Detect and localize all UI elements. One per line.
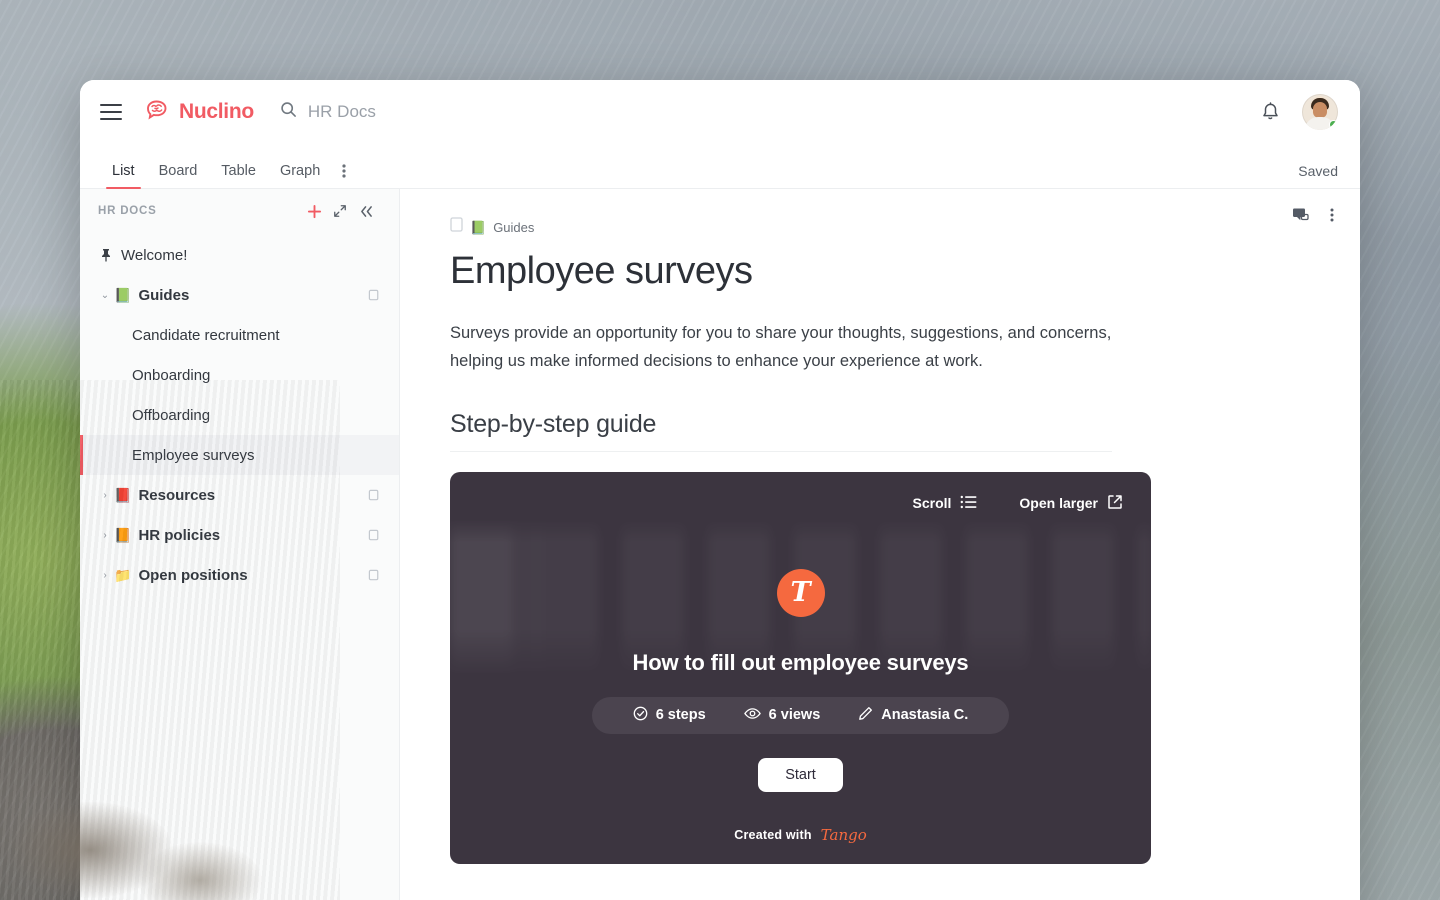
view-tabs: List Board Table Graph: [100, 163, 356, 189]
sidebar-item-label: Onboarding: [132, 366, 211, 384]
sidebar-item-label: Welcome!: [121, 246, 188, 264]
plus-icon[interactable]: [301, 198, 327, 224]
avatar[interactable]: [1302, 94, 1338, 130]
avatar-online-status: [1329, 120, 1338, 129]
scroll-toggle-button[interactable]: Scroll: [913, 495, 978, 512]
green-book-icon: 📗: [114, 287, 132, 303]
sidebar-workspace-title: HR DOCS: [98, 205, 157, 217]
open-larger-button[interactable]: Open larger: [1019, 494, 1123, 513]
tango-footer: Created with Tango: [450, 826, 1151, 844]
tab-list[interactable]: List: [100, 163, 147, 189]
steps-badge: 6 steps: [614, 706, 725, 725]
search-icon: [280, 101, 297, 123]
saved-status: Saved: [1298, 163, 1338, 179]
duplicate-icon[interactable]: [368, 289, 381, 302]
views-label: 6 views: [768, 707, 821, 724]
top-bar: Nuclino HR Docs: [80, 80, 1360, 144]
tango-wordmark: Tango: [820, 825, 867, 844]
more-horizontal-icon[interactable]: [332, 163, 356, 188]
section-heading: Step-by-step guide: [450, 410, 1112, 452]
document-actions: [1292, 207, 1334, 223]
pin-icon: [100, 248, 112, 262]
sidebar-item-resources[interactable]: › 📕 Resources: [80, 475, 399, 515]
brand-logo[interactable]: Nuclino: [144, 99, 254, 126]
app-body: HR DOCS Welcome! ⌄ 📗 Guides Candidate re…: [80, 189, 1360, 900]
tab-table[interactable]: Table: [209, 163, 268, 188]
sidebar-header: HR DOCS: [80, 189, 399, 233]
top-bar-right: [1261, 94, 1338, 130]
start-button[interactable]: Start: [758, 757, 843, 792]
tango-metadata-bar: 6 steps 6 views Anastasia C.: [591, 696, 1010, 734]
search-value: HR Docs: [307, 102, 376, 121]
nuclino-app-window: Nuclino HR Docs List Board Table Graph S…: [80, 80, 1360, 900]
sidebar-item-label: Employee surveys: [132, 446, 255, 464]
tango-controls: Scroll Open larger: [913, 494, 1124, 513]
duplicate-icon[interactable]: [368, 529, 381, 542]
chevron-down-icon[interactable]: ⌄: [98, 290, 112, 301]
check-circle-icon: [633, 706, 648, 725]
expand-icon[interactable]: [327, 198, 353, 224]
sidebar-item-label: Resources: [138, 486, 216, 504]
sidebar: HR DOCS Welcome! ⌄ 📗 Guides Candidate re…: [80, 189, 400, 900]
author-badge: Anastasia C.: [839, 706, 987, 725]
search-input[interactable]: HR Docs: [280, 101, 1261, 123]
red-book-icon: 📕: [114, 487, 132, 503]
document-icon: [450, 217, 463, 237]
scroll-label: Scroll: [912, 495, 952, 512]
sidebar-item-candidate-recruitment[interactable]: Candidate recruitment: [80, 315, 399, 355]
view-tabs-bar: List Board Table Graph Saved: [80, 144, 1360, 189]
sidebar-item-guides[interactable]: ⌄ 📗 Guides: [80, 275, 399, 315]
open-larger-label: Open larger: [1019, 495, 1098, 512]
sidebar-item-label: HR policies: [138, 526, 221, 544]
tab-board[interactable]: Board: [147, 163, 210, 188]
folder-icon: 📁: [114, 567, 132, 583]
orange-book-icon: 📙: [114, 527, 132, 543]
tab-graph[interactable]: Graph: [268, 163, 332, 188]
duplicate-icon[interactable]: [368, 569, 381, 582]
breadcrumb[interactable]: 📗 Guides: [450, 217, 1112, 237]
document-wrapper: 📗 Guides Employee surveys Surveys provid…: [400, 189, 1160, 864]
sidebar-item-label: Candidate recruitment: [132, 326, 280, 344]
sidebar-item-offboarding[interactable]: Offboarding: [80, 395, 399, 435]
author-label: Anastasia C.: [881, 707, 969, 724]
sidebar-item-label: Guides: [138, 286, 190, 304]
document-paragraph: Surveys provide an opportunity for you t…: [450, 324, 1112, 371]
comment-icon[interactable]: [1292, 207, 1310, 223]
desktop-wallpaper: Nuclino HR Docs List Board Table Graph S…: [0, 0, 1440, 900]
sidebar-item-label: Offboarding: [132, 406, 211, 424]
external-link-icon: [1107, 494, 1123, 513]
document-content: 📗 Guides Employee surveys Surveys provid…: [400, 189, 1360, 900]
green-book-icon: 📗: [470, 219, 487, 235]
more-vertical-icon[interactable]: [1330, 207, 1334, 223]
page-title: Employee surveys: [450, 250, 753, 292]
sidebar-item-welcome[interactable]: Welcome!: [80, 235, 399, 275]
chevron-right-icon[interactable]: ›: [98, 490, 112, 501]
created-with-label: Created with: [734, 827, 812, 842]
chevron-right-icon[interactable]: ›: [98, 570, 112, 581]
chevron-right-icon[interactable]: ›: [98, 530, 112, 541]
sidebar-item-onboarding[interactable]: Onboarding: [80, 355, 399, 395]
sidebar-item-employee-surveys[interactable]: Employee surveys: [80, 435, 399, 475]
pencil-icon: [858, 706, 873, 725]
breadcrumb-label[interactable]: Guides: [493, 220, 534, 235]
nuclino-brain-logo: [144, 99, 172, 126]
eye-icon: [743, 707, 761, 724]
sidebar-tree: Welcome! ⌄ 📗 Guides Candidate recruitmen…: [80, 233, 399, 900]
tango-center-stack: T How to fill out employee surveys 6 ste…: [450, 472, 1151, 864]
avatar-face: [1313, 102, 1327, 118]
tango-title: How to fill out employee surveys: [632, 649, 969, 675]
list-icon: [960, 495, 977, 512]
steps-label: 6 steps: [655, 707, 706, 724]
brand-name: Nuclino: [179, 100, 254, 123]
tango-embed-card[interactable]: Scroll Open larger T How to fill out emp…: [450, 471, 1151, 864]
hamburger-icon[interactable]: [100, 104, 122, 120]
sidebar-item-hr-policies[interactable]: › 📙 HR policies: [80, 515, 399, 555]
sidebar-item-label: Open positions: [138, 566, 248, 584]
collapse-left-icon[interactable]: [353, 198, 379, 224]
sidebar-item-open-positions[interactable]: › 📁 Open positions: [80, 555, 399, 595]
views-badge: 6 views: [725, 707, 840, 724]
duplicate-icon[interactable]: [368, 489, 381, 502]
tango-logo-icon: T: [776, 568, 825, 617]
bell-icon[interactable]: [1261, 101, 1280, 123]
